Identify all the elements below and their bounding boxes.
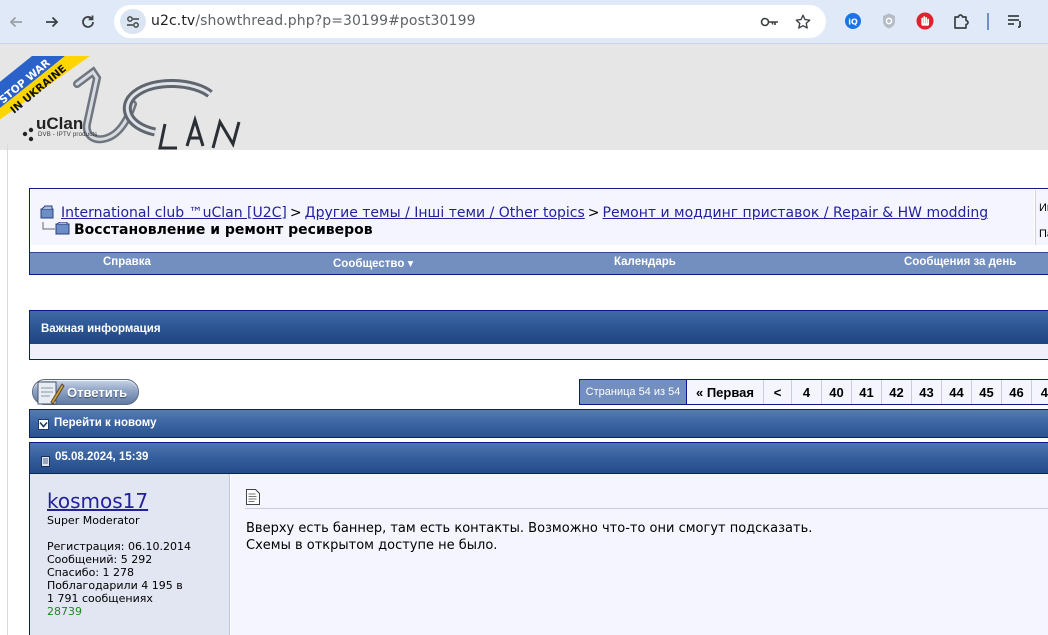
toolbar-divider — [987, 13, 989, 30]
page-border — [7, 144, 8, 635]
menu-calendar[interactable]: Календарь — [614, 256, 676, 268]
login-label-password: Па — [1039, 228, 1048, 240]
page-title: Восстановление и ремонт ресиверов — [74, 222, 373, 238]
address-bar[interactable]: u2c.tv/showthread.php?p=30199#post30199 — [114, 5, 826, 38]
author-username[interactable]: kosmos17 — [47, 489, 148, 513]
back-arrow-icon[interactable] — [2, 8, 30, 36]
page-link[interactable]: 4 — [792, 380, 822, 404]
url-text: u2c.tv/showthread.php?p=30199#post30199 — [151, 13, 476, 29]
author-stats: Регистрация: 06.10.2014 Сообщений: 5 292… — [47, 540, 191, 618]
author-registered: Регистрация: 06.10.2014 — [47, 540, 191, 553]
author-reputation: 28739 — [47, 605, 82, 618]
page-link[interactable]: 46 — [1002, 380, 1032, 404]
star-icon[interactable] — [793, 12, 813, 32]
post-content: Вверху есть баннер, там есть контакты. В… — [231, 474, 1048, 635]
post-message: Вверху есть баннер, там есть контакты. В… — [246, 520, 812, 554]
url-host: u2c.tv — [151, 13, 196, 29]
go-to-new-bar[interactable]: Перейти к новому — [29, 409, 1048, 438]
main-menu: Справка Сообщество ▾ Календарь Сообщения… — [30, 252, 1048, 274]
go-to-new-label: Перейти к новому — [54, 417, 157, 429]
reading-list-icon[interactable] — [1005, 11, 1025, 31]
pagination-label: Страница 54 из 54 — [580, 380, 687, 404]
pagination: Страница 54 из 54 « Первая < 4 40 41 42 … — [579, 379, 1048, 405]
page: STOP WAR IN UKRAINE uClan DVB - IPTV pro… — [0, 44, 1048, 635]
important-info-title: Важная информация — [41, 323, 161, 335]
reload-icon[interactable] — [74, 8, 102, 36]
login-cell: Им Па — [1035, 190, 1048, 245]
important-info-body — [30, 344, 1048, 359]
author-thanks-given: Спасибо: 1 278 — [47, 566, 135, 579]
author-post-count: Сообщений: 5 292 — [47, 553, 153, 566]
logo-subtitle: DVB - IPTV products — [38, 132, 98, 138]
post-status-icon — [41, 454, 51, 472]
post-date: 05.08.2024, 15:39 — [55, 451, 149, 463]
post-icon — [246, 489, 260, 510]
post-header: 05.08.2024, 15:39 — [29, 442, 1048, 474]
site-settings-icon[interactable] — [120, 9, 146, 34]
logo-text: uClan — [36, 114, 84, 133]
notepad-icon — [35, 378, 65, 413]
page-link[interactable]: 44 — [942, 380, 972, 404]
post-author-panel: kosmos17 Super Moderator Регистрация: 06… — [29, 474, 230, 635]
svg-text:iQ: iQ — [848, 18, 858, 27]
reply-button-label: Ответить — [67, 385, 128, 400]
extension-hand-icon[interactable] — [915, 11, 935, 31]
page-first[interactable]: « Первая — [687, 380, 764, 404]
extension-q-icon[interactable]: iQ — [843, 11, 863, 31]
navbar: International club ™uClan [U2C] > Другие т… — [29, 188, 1048, 275]
puzzle-icon[interactable] — [951, 11, 971, 31]
page-link[interactable]: 4 — [1032, 380, 1048, 404]
key-icon[interactable] — [760, 12, 780, 32]
post-divider — [245, 508, 1048, 509]
breadcrumb-link-other-topics[interactable]: Другие темы / Інші теми / Other topics — [305, 205, 585, 221]
thread-tree-icon — [42, 221, 72, 241]
menu-community-label: Сообщество — [333, 258, 405, 270]
page-link[interactable]: 40 — [822, 380, 852, 404]
page-link[interactable]: 41 — [852, 380, 882, 404]
chevron-down-icon: ▾ — [407, 258, 414, 270]
url-path: /showthread.php?p=30199#post30199 — [195, 13, 476, 29]
breadcrumb-separator: > — [289, 205, 302, 221]
breadcrumb-links: International club ™uClan [U2C] > Другие т… — [61, 205, 988, 221]
menu-community[interactable]: Сообщество ▾ — [333, 256, 413, 270]
author-thanked-posts: 1 791 сообщениях — [47, 592, 153, 605]
post-message-line: Вверху есть баннер, там есть контакты. В… — [246, 521, 813, 536]
uclan-logo — [22, 66, 241, 150]
author-role: Super Moderator — [47, 514, 140, 527]
login-label-username: Им — [1039, 202, 1048, 214]
browser-toolbar: u2c.tv/showthread.php?p=30199#post30199 … — [0, 0, 1048, 44]
page-link[interactable]: 45 — [972, 380, 1002, 404]
post-message-line: Схемы в открытом доступе не было. — [246, 538, 498, 553]
page-link[interactable]: 43 — [912, 380, 942, 404]
breadcrumb-separator: > — [587, 205, 600, 221]
breadcrumb-link-home[interactable]: International club ™uClan [U2C] — [61, 205, 287, 221]
reply-button[interactable]: Ответить — [32, 379, 139, 405]
important-info-header: Важная информация — [30, 311, 1048, 344]
page-prev[interactable]: < — [764, 380, 792, 404]
page-link[interactable]: 42 — [882, 380, 912, 404]
extension-shield-icon[interactable] — [879, 11, 899, 31]
forward-arrow-icon[interactable] — [38, 8, 66, 36]
menu-today-posts[interactable]: Сообщения за день — [904, 256, 1016, 268]
author-thanked-count: Поблагодарили 4 195 в — [47, 579, 183, 592]
collapse-checkbox-icon[interactable] — [38, 419, 49, 430]
menu-help[interactable]: Справка — [103, 256, 151, 268]
breadcrumb: International club ™uClan [U2C] > Другие т… — [31, 190, 1034, 245]
important-info-box: Важная информация — [29, 310, 1048, 360]
breadcrumb-link-repair[interactable]: Ремонт и моддинг приставок / Repair & HW… — [603, 205, 989, 221]
